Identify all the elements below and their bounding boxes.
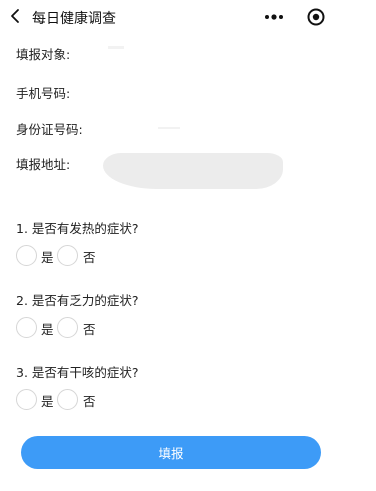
radio-cough-no[interactable] <box>57 389 78 410</box>
more-dots-icon <box>265 14 283 20</box>
option-label-yes[interactable]: 是 <box>41 247 54 266</box>
option-label-yes[interactable]: 是 <box>41 319 54 338</box>
record-circle-icon <box>307 8 325 26</box>
submit-button[interactable]: 填报 <box>21 436 321 469</box>
info-label-address: 填报地址: <box>16 157 71 172</box>
radio-fatigue-yes[interactable] <box>16 317 37 338</box>
more-button[interactable] <box>263 8 285 26</box>
info-label-id-number: 身份证号码: <box>16 122 83 137</box>
top-nav-bar: 每日健康调查 <box>0 0 376 34</box>
question-fatigue: 2. 是否有乏力的症状? <box>16 293 139 308</box>
option-label-yes[interactable]: 是 <box>41 391 54 410</box>
question-dry-cough: 3. 是否有干咳的症状? <box>16 365 139 380</box>
radio-fever-yes[interactable] <box>16 245 37 266</box>
radio-cough-yes[interactable] <box>16 389 37 410</box>
back-button[interactable] <box>6 6 26 26</box>
close-miniprogram-button[interactable] <box>306 7 326 27</box>
question-fever: 1. 是否有发热的症状? <box>16 221 139 236</box>
health-survey-page: 每日健康调查 填报对象: 手机号码: 身份证号码: 填报地址: 1. 是否有发热… <box>0 0 376 491</box>
redacted-value <box>158 127 180 129</box>
option-label-no[interactable]: 否 <box>83 319 96 338</box>
option-label-no[interactable]: 否 <box>83 247 96 266</box>
chevron-left-icon <box>11 9 19 23</box>
info-label-subject: 填报对象: <box>16 47 71 62</box>
option-label-no[interactable]: 否 <box>83 391 96 410</box>
page-title: 每日健康调查 <box>32 11 116 27</box>
redacted-address <box>103 153 283 189</box>
radio-fatigue-no[interactable] <box>57 317 78 338</box>
info-label-phone: 手机号码: <box>16 86 71 101</box>
radio-fever-no[interactable] <box>57 245 78 266</box>
redacted-value <box>108 46 124 49</box>
